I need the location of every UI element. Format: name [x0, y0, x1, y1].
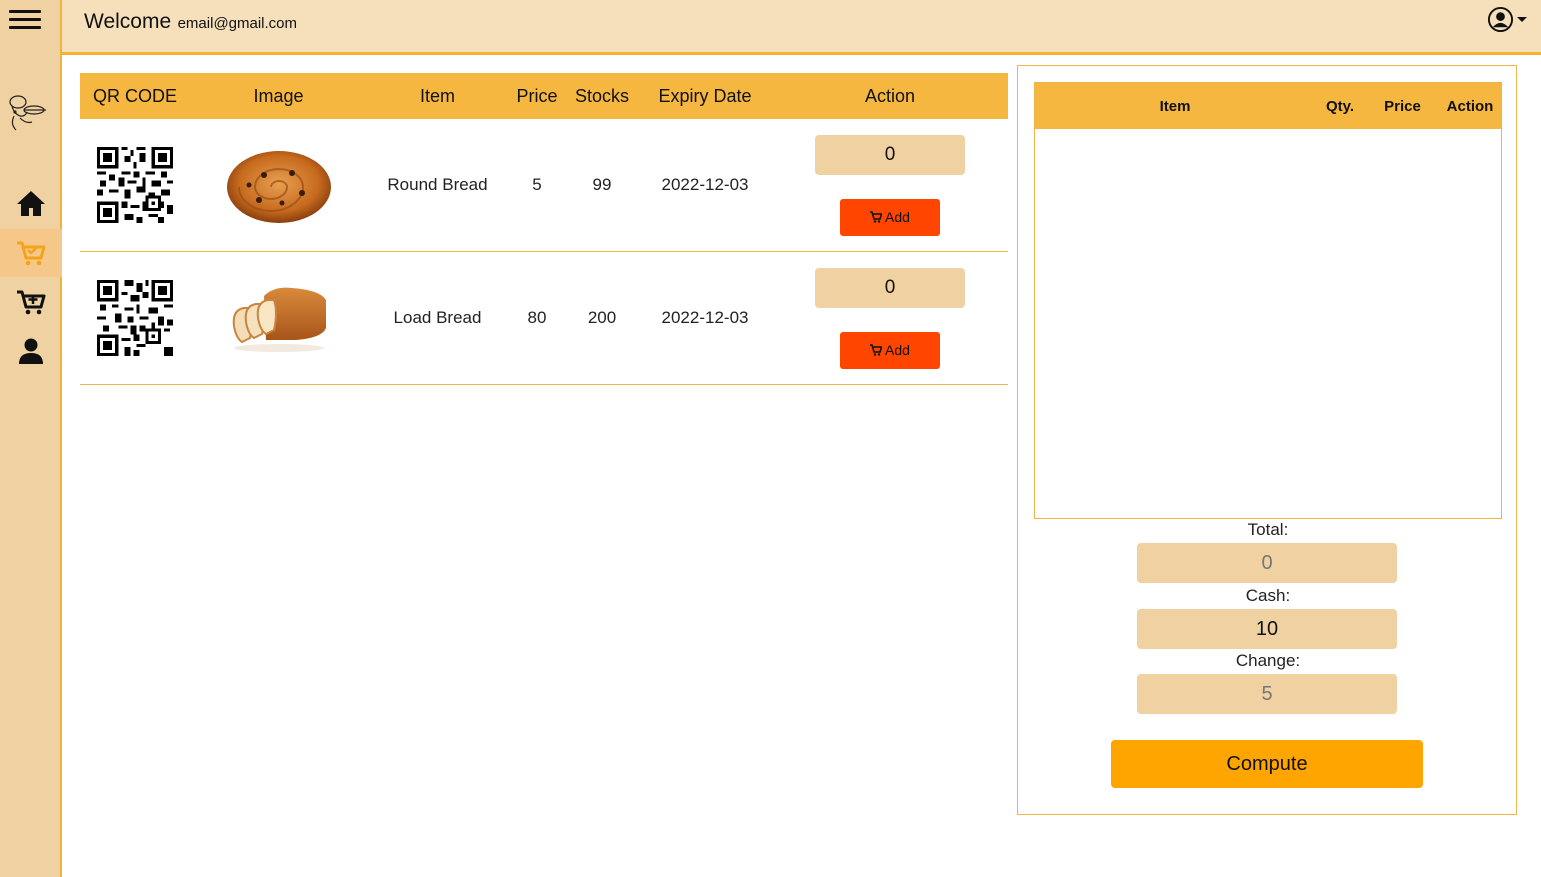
- round-bread-image: [226, 151, 331, 223]
- col-header: Action: [1446, 97, 1494, 115]
- cart-table[interactable]: Item Qty. Price Action: [1034, 82, 1502, 519]
- cash-label: Cash:: [1245, 586, 1291, 605]
- sidebar: [0, 0, 62, 877]
- total-label: Total:: [1247, 520, 1289, 539]
- sidebar-item-account[interactable]: [0, 327, 62, 375]
- qr-code-image: [97, 280, 173, 356]
- qr-code-image: [97, 147, 173, 223]
- item-expiry: 2022-12-03: [661, 175, 749, 194]
- cash-input[interactable]: 10: [1137, 609, 1397, 649]
- home-icon: [17, 191, 45, 216]
- item-price: 5: [532, 175, 542, 194]
- table-row: Round Bread 5 99 2022-12-03 0 Add: [80, 119, 1008, 252]
- user-menu-dropdown[interactable]: [1487, 6, 1527, 33]
- col-header: Expiry Date: [658, 85, 752, 106]
- cart-icon: [870, 344, 883, 356]
- cart-icon: [870, 211, 883, 223]
- user-email: email@gmail.com: [177, 15, 298, 32]
- top-header: Welcome email@gmail.com: [62, 0, 1541, 55]
- compute-button[interactable]: Compute: [1111, 740, 1423, 788]
- add-to-cart-button[interactable]: Add: [840, 331, 940, 369]
- cart-check-icon: [17, 241, 46, 266]
- add-to-cart-button[interactable]: Add: [840, 198, 940, 236]
- hamburger-menu-icon[interactable]: [9, 10, 41, 30]
- col-header: QR CODE: [92, 85, 177, 106]
- col-header: Image: [253, 85, 304, 106]
- sidebar-item-add-product[interactable]: [0, 278, 62, 326]
- col-header: Stocks: [574, 85, 630, 106]
- welcome-text: Welcome: [84, 10, 172, 33]
- item-price: 80: [527, 308, 547, 327]
- user-circle-icon: [1487, 6, 1514, 33]
- product-table-header: QR CODE Image Item Price Stocks Expiry D…: [80, 73, 1008, 119]
- product-table: QR CODE Image Item Price Stocks Expiry D…: [80, 73, 1008, 385]
- change-label: Change:: [1235, 651, 1301, 670]
- item-stocks: 200: [587, 308, 617, 327]
- item-expiry: 2022-12-03: [661, 308, 749, 327]
- col-header: Item: [1159, 97, 1191, 115]
- user-icon: [19, 338, 43, 364]
- cart-plus-icon: [17, 290, 46, 315]
- quantity-input[interactable]: 0: [815, 134, 965, 175]
- col-header: Price: [1384, 97, 1421, 115]
- welcome-message: Welcome email@gmail.com: [84, 10, 297, 34]
- total-field: 0: [1137, 543, 1397, 583]
- item-name: Round Bread: [387, 175, 488, 194]
- table-row: Load Bread 80 200 2022-12-03 0 Add: [80, 252, 1008, 385]
- add-button-label: Add: [885, 342, 910, 358]
- change-field: 5: [1137, 674, 1397, 714]
- cart-panel: Item Qty. Price Action Total: 0 Cash: 10…: [1017, 65, 1517, 815]
- item-stocks: 99: [592, 175, 612, 194]
- col-header: Action: [864, 85, 916, 106]
- loaf-bread-image: [232, 287, 326, 352]
- add-button-label: Add: [885, 209, 910, 225]
- sidebar-item-pos[interactable]: [0, 229, 62, 277]
- col-header: Item: [419, 85, 455, 106]
- item-name: Load Bread: [393, 308, 482, 327]
- quantity-input[interactable]: 0: [815, 267, 965, 308]
- cart-table-header: Item Qty. Price Action: [1035, 83, 1501, 129]
- chevron-down-icon: [1517, 17, 1527, 22]
- col-header: Price: [516, 85, 558, 106]
- sidebar-item-home[interactable]: [0, 180, 62, 228]
- col-header: Qty.: [1325, 97, 1355, 115]
- chef-logo-icon: [9, 95, 46, 131]
